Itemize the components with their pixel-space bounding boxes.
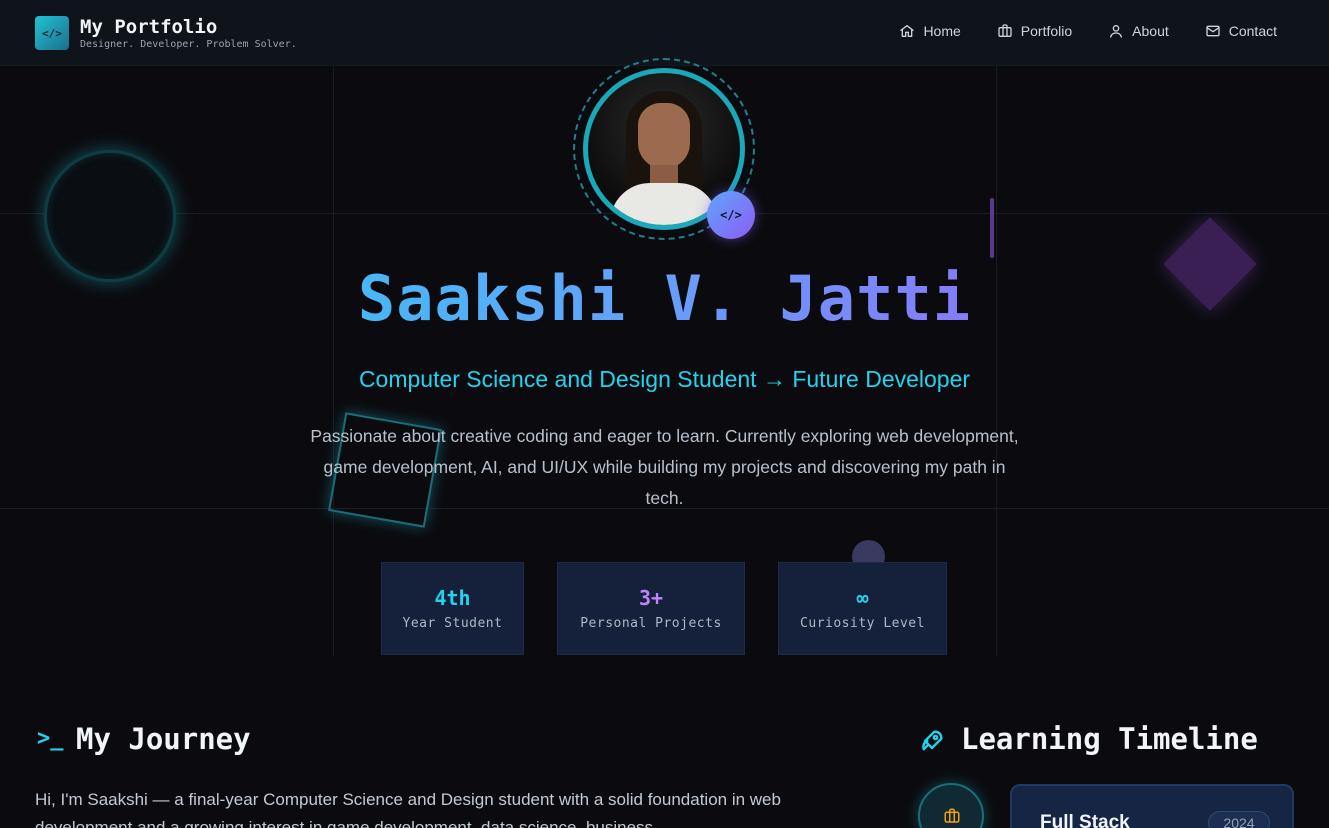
main-nav: Home Portfolio About Contact: [899, 23, 1277, 39]
timeline-card-title: Full Stack: [1040, 812, 1130, 828]
hero-name: Saakshi V. Jatti: [0, 262, 1329, 335]
code-badge-glyph: </>: [720, 208, 742, 222]
timeline-card[interactable]: Full Stack 2024: [1010, 784, 1294, 828]
timeline-title: Learning Timeline: [961, 722, 1258, 756]
nav-label: Home: [923, 23, 961, 39]
stat-card-curiosity: ∞ Curiosity Level: [778, 562, 947, 655]
timeline-node: [918, 783, 984, 828]
grid-line: [333, 66, 334, 656]
stat-card-projects: 3+ Personal Projects: [557, 562, 745, 655]
stat-card-year: 4th Year Student: [381, 562, 524, 655]
nav-item-contact[interactable]: Contact: [1205, 23, 1277, 39]
nav-label: Portfolio: [1020, 23, 1073, 39]
nav-label: Contact: [1228, 23, 1277, 39]
logo-glyph: </>: [42, 26, 62, 40]
logo-icon[interactable]: </>: [35, 16, 69, 50]
stat-value: 3+: [638, 586, 664, 610]
stat-label: Personal Projects: [580, 616, 722, 631]
timeline-year-badge: 2024: [1208, 811, 1270, 828]
briefcase-icon: [998, 24, 1012, 37]
stat-value: ∞: [856, 586, 869, 610]
code-badge-icon: </>: [707, 191, 755, 239]
grid-line: [996, 66, 997, 656]
nav-item-about[interactable]: About: [1108, 23, 1169, 39]
stat-label: Year Student: [402, 616, 503, 631]
stat-label: Curiosity Level: [800, 616, 925, 631]
brand-tagline: Designer. Developer. Problem Solver.: [80, 39, 297, 50]
hero-role: Computer Science and Design Student → Fu…: [358, 366, 971, 392]
avatar-shirt: [610, 183, 718, 225]
top-navbar: </> My Portfolio Designer. Developer. Pr…: [0, 0, 1329, 66]
journey-title: My Journey: [76, 722, 251, 756]
nav-item-portfolio[interactable]: Portfolio: [997, 23, 1072, 39]
journey-text: Hi, I'm Saakshi — a final-year Computer …: [35, 790, 781, 828]
stat-value: 4th: [434, 586, 471, 610]
user-icon: [1110, 25, 1123, 38]
avatar-face: [638, 103, 690, 169]
home-icon: [900, 25, 915, 37]
decorative-bar: [990, 198, 994, 258]
brand-title[interactable]: My Portfolio: [80, 16, 217, 38]
nav-label: About: [1132, 23, 1169, 39]
hero-description: Passionate about creative coding and eag…: [310, 426, 1019, 508]
nav-item-home[interactable]: Home: [899, 23, 961, 39]
rocket-icon: [922, 730, 943, 751]
mail-icon: [1206, 25, 1220, 37]
briefcase-icon: [944, 808, 960, 823]
terminal-icon: >_: [37, 726, 64, 751]
